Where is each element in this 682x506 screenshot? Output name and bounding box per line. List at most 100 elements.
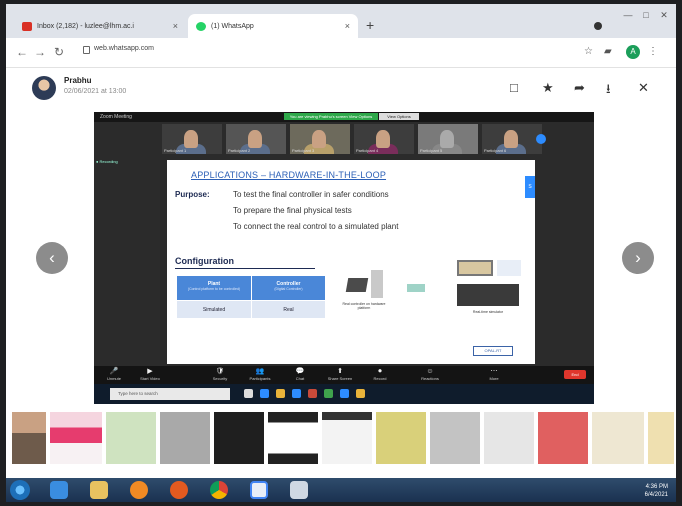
star-icon[interactable]: ★	[542, 80, 554, 96]
firefox-icon[interactable]	[170, 481, 188, 499]
chat-button: 💬 Chat	[295, 368, 305, 381]
tab-gmail[interactable]: Inbox (2,182) - luzlee@lhm.ac.i ×	[14, 14, 186, 38]
inner-taskbar-icon	[308, 389, 317, 398]
media-thumbnail[interactable]	[538, 412, 588, 464]
sender-name: Prabhu	[64, 76, 92, 85]
address-bar[interactable]: web.whatsapp.com	[94, 45, 154, 52]
forward-arrow-icon[interactable]: →	[34, 45, 46, 59]
recording-indicator: ● Recording	[96, 159, 118, 164]
tab-whatsapp[interactable]: (1) WhatsApp ×	[188, 14, 358, 38]
go-to-message-icon[interactable]: □	[510, 80, 518, 95]
inner-taskbar-icon	[292, 389, 301, 398]
media-thumbnail[interactable]	[376, 412, 426, 464]
screen-share-banner: You are viewing Prabhu's screen View Opt…	[284, 113, 378, 120]
controller-module-image	[371, 270, 383, 298]
share-screen-button: ⬆ Share Screen	[327, 368, 353, 381]
sender-avatar[interactable]	[32, 76, 56, 100]
minimize-icon[interactable]: —	[620, 8, 636, 22]
maximize-icon[interactable]: □	[638, 8, 654, 22]
close-viewer-icon[interactable]: ✕	[638, 80, 649, 96]
simulator-graph-image	[497, 260, 521, 276]
browser-tabstrip: Inbox (2,182) - luzlee@lhm.ac.i × (1) Wh…	[6, 4, 676, 38]
window-close-icon[interactable]: ✕	[656, 8, 672, 22]
purpose-line: To connect the real control to a simulat…	[233, 222, 399, 231]
shared-photo: Zoom Meeting You are viewing Prabhu's sc…	[94, 112, 594, 404]
controller-caption: Real controller on hardware platform	[342, 302, 386, 310]
media-thumbnail[interactable]	[484, 412, 534, 464]
menu-kebab-icon[interactable]: ⋮	[648, 46, 658, 57]
media-thumbnail[interactable]	[430, 412, 480, 464]
inner-taskbar-icon	[324, 389, 333, 398]
view-options-button: View Options	[379, 113, 419, 120]
media-thumbnail[interactable]	[268, 412, 318, 464]
internet-explorer-icon[interactable]	[50, 481, 68, 499]
extension-icon[interactable]: ▰	[604, 46, 612, 57]
media-thumbnail[interactable]	[214, 412, 264, 464]
previous-media-button[interactable]: ‹	[36, 242, 68, 274]
media-thumbnail[interactable]	[50, 412, 102, 464]
configuration-heading: Configuration	[175, 256, 315, 269]
zoom-status-icon	[536, 134, 546, 144]
controller-board-image	[345, 278, 369, 292]
reactions-button: ☺ Reactions	[421, 368, 439, 381]
notepad-icon[interactable]	[290, 481, 308, 499]
media-thumbnail[interactable]	[592, 412, 644, 464]
close-tab-icon[interactable]: ×	[345, 21, 350, 31]
profile-avatar[interactable]: A	[626, 45, 640, 59]
participant-video: Participant 4	[354, 124, 414, 154]
gmail-icon	[22, 21, 32, 31]
screen-frame: Inbox (2,182) - luzlee@lhm.ac.i × (1) Wh…	[6, 4, 676, 502]
media-thumbnail[interactable]	[160, 412, 210, 464]
bookmark-star-icon[interactable]: ☆	[584, 46, 593, 57]
inner-taskbar-icon	[260, 389, 269, 398]
media-thumbnail[interactable]	[106, 412, 156, 464]
table-header: Plant (Control platform to be controlled)	[177, 276, 251, 300]
opal-rt-logo: OPAL-RT	[473, 346, 513, 356]
inner-search-box: Type here to search	[110, 388, 230, 400]
download-icon[interactable]: ⭳	[606, 80, 611, 102]
next-media-button[interactable]: ›	[622, 242, 654, 274]
participant-video: Participant 1	[162, 124, 222, 154]
record-button: ⏺ Record	[373, 368, 387, 381]
chrome-icon[interactable]	[210, 481, 228, 499]
simulator-screen-image	[457, 260, 493, 276]
forward-icon[interactable]: ➦	[574, 80, 585, 96]
participant-video: Participant 5	[418, 124, 478, 154]
system-tray-clock[interactable]: 4:36 PM 6/4/2021	[645, 484, 668, 498]
media-player-icon[interactable]	[130, 481, 148, 499]
media-thumbnail[interactable]	[648, 412, 674, 464]
lock-icon	[83, 46, 90, 54]
start-button[interactable]	[10, 480, 30, 500]
participant-video: Participant 6	[482, 124, 542, 154]
back-arrow-icon[interactable]: ←	[16, 45, 28, 59]
inner-taskbar-icon	[340, 389, 349, 398]
participant-thumbnails: Participant 1 Participant 2 Participant …	[162, 124, 572, 154]
whatsapp-icon	[196, 21, 206, 31]
close-tab-icon[interactable]: ×	[173, 21, 178, 31]
record-indicator-icon	[594, 22, 602, 30]
start-video-button: ▶ Start Video	[140, 368, 160, 381]
windows-taskbar: 4:36 PM 6/4/2021	[6, 478, 676, 502]
media-viewer-header: Prabhu 02/06/2021 at 13:00 □ ★ ➦ ⭳ ✕	[6, 68, 676, 112]
participant-video: Participant 3	[290, 124, 350, 154]
participant-video: Participant 2	[226, 124, 286, 154]
reload-icon[interactable]: ↻	[54, 45, 64, 59]
media-thumbnail[interactable]	[12, 412, 46, 464]
tab-label: (1) WhatsApp	[211, 22, 254, 30]
file-explorer-icon[interactable]	[90, 481, 108, 499]
unmute-button: 🎤 Unmute	[106, 368, 121, 381]
simulator-caption: Real-time simulator	[472, 310, 504, 314]
media-thumbnail[interactable]	[322, 412, 372, 464]
presentation-slide: APPLICATIONS – HARDWARE-IN-THE-LOOP Purp…	[167, 160, 535, 364]
configuration-table: Plant (Control platform to be controlled)…	[177, 276, 325, 320]
new-tab-button[interactable]: +	[366, 17, 374, 33]
inner-taskbar: Type here to search	[94, 384, 594, 404]
zoom-control-bar: 🎤 Unmute ▶ Start Video 🛡 Security 👥 Particip…	[94, 366, 594, 384]
browser-toolbar: ← → ↻ web.whatsapp.com ☆ ▰ A ⋮	[6, 38, 676, 68]
google-app-icon[interactable]	[250, 481, 268, 499]
participants-button: 👥 Participants	[249, 368, 271, 381]
media-thumbnail-strip	[6, 412, 676, 470]
table-cell: Simulated	[177, 300, 251, 318]
purpose-label: Purpose:	[175, 190, 210, 199]
purpose-line: To test the final controller in safer co…	[233, 190, 389, 199]
